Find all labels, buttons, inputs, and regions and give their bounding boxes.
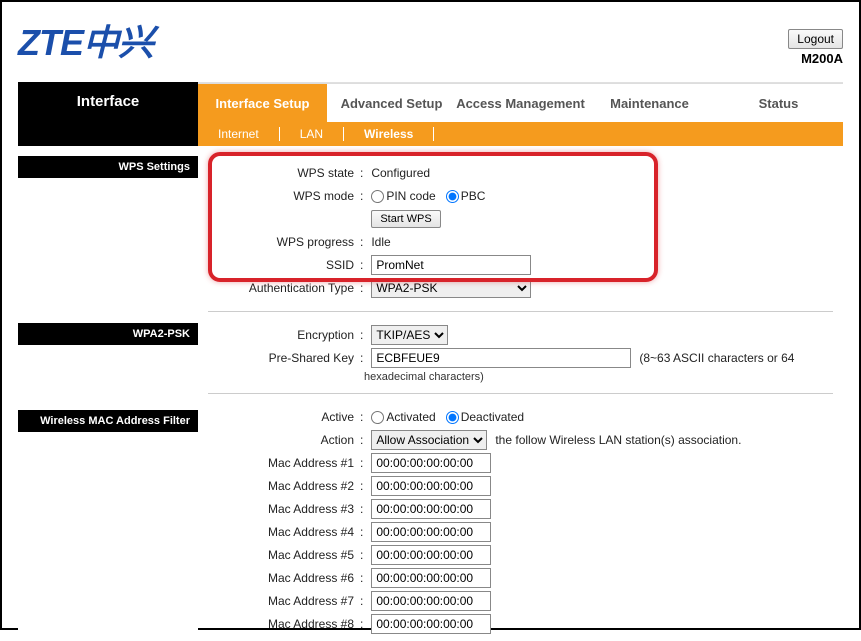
subtab-internet[interactable]: Internet: [198, 127, 280, 141]
sub-tabs: Internet LAN Wireless: [198, 122, 843, 146]
ssid-label: SSID: [326, 258, 354, 272]
mac-action-hint: the follow Wireless LAN station(s) assoc…: [495, 433, 741, 447]
wps-state-value: Configured: [371, 166, 430, 180]
section-wpa2-psk: WPA2-PSK: [18, 323, 198, 345]
model-label: M200A: [788, 51, 843, 66]
mac-addr-label-1: Mac Address #1: [268, 456, 354, 470]
auth-type-label: Authentication Type: [249, 281, 354, 295]
psk-input[interactable]: [371, 348, 631, 368]
start-wps-button[interactable]: Start WPS: [371, 210, 440, 228]
mac-addr-label-8: Mac Address #8: [268, 617, 354, 631]
mac-addr-input-3[interactable]: [371, 499, 491, 519]
tab-advanced-setup[interactable]: Advanced Setup: [327, 83, 456, 122]
ssid-input[interactable]: [371, 255, 531, 275]
mac-addr-input-8[interactable]: [371, 614, 491, 634]
wps-progress-label: WPS progress: [277, 235, 354, 249]
wps-mode-pbc-radio[interactable]: PBC: [446, 189, 486, 203]
mac-addr-label-7: Mac Address #7: [268, 594, 354, 608]
mac-addr-input-1[interactable]: [371, 453, 491, 473]
tab-access-management[interactable]: Access Management: [456, 83, 585, 122]
nav-section-title: Interface: [18, 82, 198, 122]
mac-addr-label-3: Mac Address #3: [268, 502, 354, 516]
main-tabs: Interface Setup Advanced Setup Access Ma…: [198, 82, 843, 122]
subtab-lan[interactable]: LAN: [280, 127, 344, 141]
mac-addr-input-7[interactable]: [371, 591, 491, 611]
psk-hint-1: (8~63 ASCII characters or 64: [639, 351, 794, 365]
mac-action-select[interactable]: Allow Association: [371, 430, 487, 450]
wps-state-label: WPS state: [297, 166, 354, 180]
section-wps-settings: WPS Settings: [18, 156, 198, 178]
mac-deactivated-radio[interactable]: Deactivated: [446, 410, 524, 424]
mac-addr-label-2: Mac Address #2: [268, 479, 354, 493]
logout-button[interactable]: Logout: [788, 29, 843, 49]
mac-addr-label-6: Mac Address #6: [268, 571, 354, 585]
psk-label: Pre-Shared Key: [269, 351, 354, 365]
mac-addr-input-6[interactable]: [371, 568, 491, 588]
wps-mode-label: WPS mode: [293, 189, 354, 203]
mac-activated-radio[interactable]: Activated: [371, 410, 435, 424]
tab-maintenance[interactable]: Maintenance: [585, 83, 714, 122]
auth-type-select[interactable]: WPA2-PSK: [371, 278, 531, 298]
encryption-select[interactable]: TKIP/AES: [371, 325, 448, 345]
psk-hint-2: hexadecimal characters): [364, 371, 831, 383]
page-header: ZTE中兴 Logout M200A: [18, 14, 843, 66]
mac-active-label: Active: [321, 410, 354, 424]
tab-interface-setup[interactable]: Interface Setup: [198, 83, 327, 122]
mac-addr-input-5[interactable]: [371, 545, 491, 565]
mac-addr-label-5: Mac Address #5: [268, 548, 354, 562]
mac-addr-label-4: Mac Address #4: [268, 525, 354, 539]
tab-status[interactable]: Status: [714, 83, 843, 122]
wps-progress-value: Idle: [371, 235, 390, 249]
mac-addr-input-2[interactable]: [371, 476, 491, 496]
mac-addr-input-4[interactable]: [371, 522, 491, 542]
mac-action-label: Action: [321, 433, 354, 447]
section-mac-filter: Wireless MAC Address Filter: [18, 410, 198, 432]
subtab-wireless[interactable]: Wireless: [344, 127, 434, 141]
wps-mode-pin-radio[interactable]: PIN code: [371, 189, 435, 203]
encryption-label: Encryption: [297, 328, 354, 342]
logo: ZTE中兴: [18, 14, 153, 66]
